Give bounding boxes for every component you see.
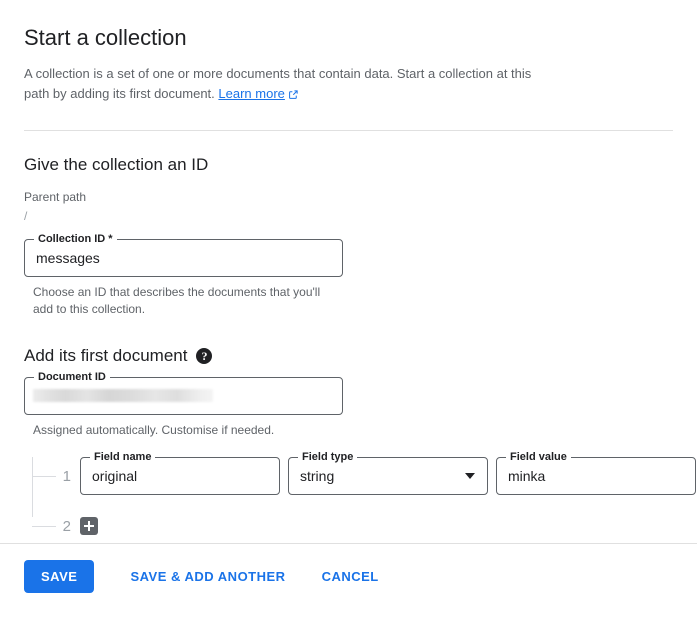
field-row-inputs: Field name original Field type string Fi… (80, 451, 696, 495)
collection-id-helper-text: Choose an ID that describes the document… (33, 285, 321, 316)
page-title: Start a collection (24, 25, 187, 50)
next-field-row-index: 2 (62, 517, 71, 535)
document-section-title-label: Add its first document (24, 346, 188, 365)
help-circle-icon[interactable]: ? (196, 348, 213, 364)
external-link-icon (288, 86, 299, 106)
field-name-value: original (92, 468, 138, 484)
tree-branch (32, 475, 56, 477)
cancel-button[interactable]: CANCEL (308, 560, 393, 593)
field-type-value: string (300, 468, 335, 484)
save-button[interactable]: SAVE (24, 560, 95, 593)
save-and-add-another-button[interactable]: SAVE & ADD ANOTHER (116, 560, 299, 593)
document-fields-area: 1 Field name original Field type string … (24, 451, 696, 535)
plus-icon[interactable] (80, 517, 98, 535)
dialog-body: Give the collection an ID Parent path / … (0, 131, 697, 535)
chevron-down-icon[interactable] (465, 473, 475, 479)
learn-more-link[interactable]: Learn more (218, 86, 298, 101)
add-field-row: 2 (24, 517, 673, 535)
document-id-helper-text: Assigned automatically. Customise if nee… (33, 423, 275, 437)
dialog-description: A collection is a set of one or more doc… (24, 64, 544, 106)
learn-more-label: Learn more (218, 86, 285, 101)
dialog-header: Start a collection A collection is a set… (0, 0, 697, 131)
document-id-label: Document ID (34, 371, 110, 383)
document-id-redacted-value (33, 389, 213, 402)
field-value-value: minka (508, 468, 546, 484)
collection-id-input[interactable]: Collection ID * messages (24, 233, 343, 277)
document-section-title: Add its first document ? (24, 344, 673, 368)
collection-id-value: messages (36, 250, 100, 266)
field-value-input[interactable]: Field value minka (496, 451, 696, 495)
field-type-select[interactable]: Field type string (288, 451, 488, 495)
field-row-index: 1 (62, 467, 71, 485)
collection-section-title: Give the collection an ID (24, 155, 209, 174)
tree-branch (32, 525, 56, 527)
parent-path-label: Parent path (24, 190, 87, 204)
parent-path-value: / (24, 209, 28, 223)
field-row: 1 Field name original Field type string … (24, 451, 696, 495)
document-id-input[interactable]: Document ID (24, 371, 343, 415)
field-name-input[interactable]: Field name original (80, 451, 280, 495)
dialog-footer: SAVE SAVE & ADD ANOTHER CANCEL (0, 543, 697, 610)
